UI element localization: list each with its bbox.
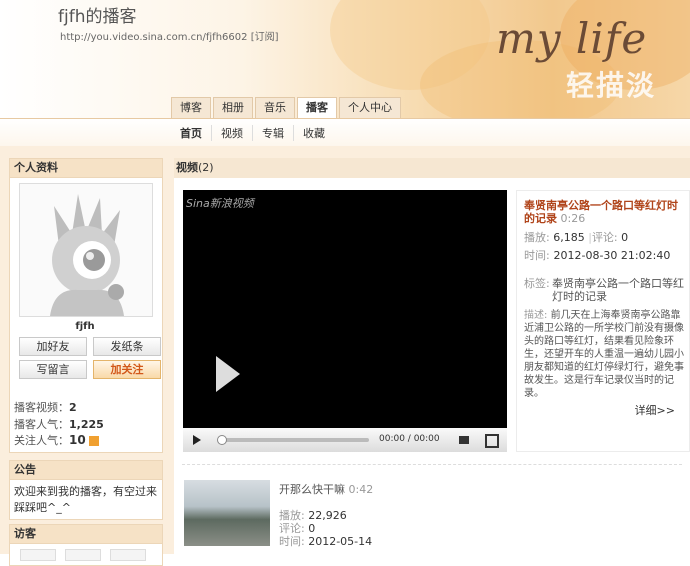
video2-time: 时间: 2012-05-14 [279, 535, 373, 548]
sina-mascot-icon [50, 194, 124, 316]
visitors-panel: 访客 [9, 524, 163, 566]
page-title: fjfh的播客 [58, 7, 137, 27]
play-icon[interactable] [193, 435, 201, 445]
profile-panel: 个人资料 fjfh 加好友 发纸条 写留言 加关注 播客视频：2 播客人气：1,… [9, 158, 163, 453]
add-friend-button[interactable]: 加好友 [19, 337, 87, 356]
stat-followers: 关注人气：10 [14, 432, 100, 448]
notice-heading: 公告 [10, 461, 162, 480]
tab-album[interactable]: 相册 [213, 97, 253, 118]
follow-badge-icon [89, 436, 100, 446]
leave-message-button[interactable]: 写留言 [19, 360, 87, 379]
tab-blog[interactable]: 博客 [171, 97, 211, 118]
tab-music[interactable]: 音乐 [255, 97, 295, 118]
banner-text: my life [496, 14, 648, 63]
follow-button[interactable]: 加关注 [93, 360, 161, 379]
sub-navigation: 首页 视频 专辑 收藏 [0, 118, 690, 147]
video-info-panel: 奉贤南亭公路一个路口等红灯时的记录 0:26 播放: 6,185 |评论: 0 … [516, 190, 690, 452]
subnav-albums[interactable]: 专辑 [252, 125, 293, 141]
header-banner: fjfh的播客 http://you.video.sina.com.cn/fjf… [0, 0, 690, 122]
username: fjfh [75, 321, 95, 332]
notice-panel: 公告 欢迎来到我的播客，有空过来踩踩吧^_^ [9, 460, 163, 520]
profile-heading: 个人资料 [10, 159, 162, 178]
video1-description: 描述: 前几天在上海奉贤南亭公路靠近浦卫公路的一所学校门前没有摄像头的路口等红灯… [524, 310, 684, 399]
video2-title-row: 开那么快干嘛 0:42 [279, 483, 374, 496]
visitor-avatar[interactable] [20, 549, 56, 561]
subnav-home[interactable]: 首页 [180, 125, 211, 141]
visitor-avatar[interactable] [65, 549, 101, 561]
volume-icon[interactable] [459, 436, 469, 444]
video2-thumbnail[interactable] [184, 480, 270, 546]
big-play-icon[interactable] [216, 356, 240, 392]
send-note-button[interactable]: 发纸条 [93, 337, 161, 356]
avatar[interactable] [19, 183, 153, 317]
divider [182, 464, 682, 465]
videos-heading: 视频(2) [174, 158, 690, 178]
player-controls: 00:00 / 00:00 [183, 428, 507, 452]
notice-text: 欢迎来到我的播客，有空过来踩踩吧^_^ [14, 485, 157, 514]
main-tabs: 博客 相册 音乐 播客 个人中心 [171, 97, 403, 119]
stat-videos: 播客视频：2 [14, 401, 77, 414]
seek-bar[interactable] [219, 438, 369, 442]
video1-tags-row: 标签: 奉贤南亭公路一个路口等红灯时的记录 [524, 277, 684, 303]
stat-popularity: 播客人气：1,225 [14, 418, 104, 431]
visitor-avatar[interactable] [110, 549, 146, 561]
video1-stats: 播放: 6,185 |评论: 0 [524, 231, 629, 244]
blog-url: http://you.video.sina.com.cn/fjfh6602 [订… [60, 32, 279, 43]
video1-time-row: 时间: 2012-08-30 21:02:40 [524, 249, 671, 262]
tab-personal-center[interactable]: 个人中心 [339, 97, 401, 118]
subnav-favorites[interactable]: 收藏 [293, 125, 334, 141]
video1-title[interactable]: 奉贤南亭公路一个路口等红灯时的记录 [524, 199, 678, 225]
details-link[interactable]: 详细>> [635, 402, 675, 418]
fullscreen-icon[interactable] [485, 434, 499, 448]
subscribe-link[interactable]: [订阅] [251, 32, 279, 43]
video2-title[interactable]: 开那么快干嘛 [279, 483, 345, 496]
sina-video-logo: Sina新浪视频 [186, 197, 254, 210]
subnav-videos[interactable]: 视频 [211, 125, 252, 141]
visitors-heading: 访客 [10, 525, 162, 544]
player-time: 00:00 / 00:00 [379, 434, 440, 444]
seek-handle[interactable] [217, 435, 227, 445]
video-player[interactable]: Sina新浪视频 00:00 / 00:00 [183, 190, 507, 452]
tab-podcast[interactable]: 播客 [297, 97, 337, 119]
banner-subtext: 轻描淡 [566, 69, 657, 102]
video1-title-row: 奉贤南亭公路一个路口等红灯时的记录 0:26 [524, 199, 678, 225]
